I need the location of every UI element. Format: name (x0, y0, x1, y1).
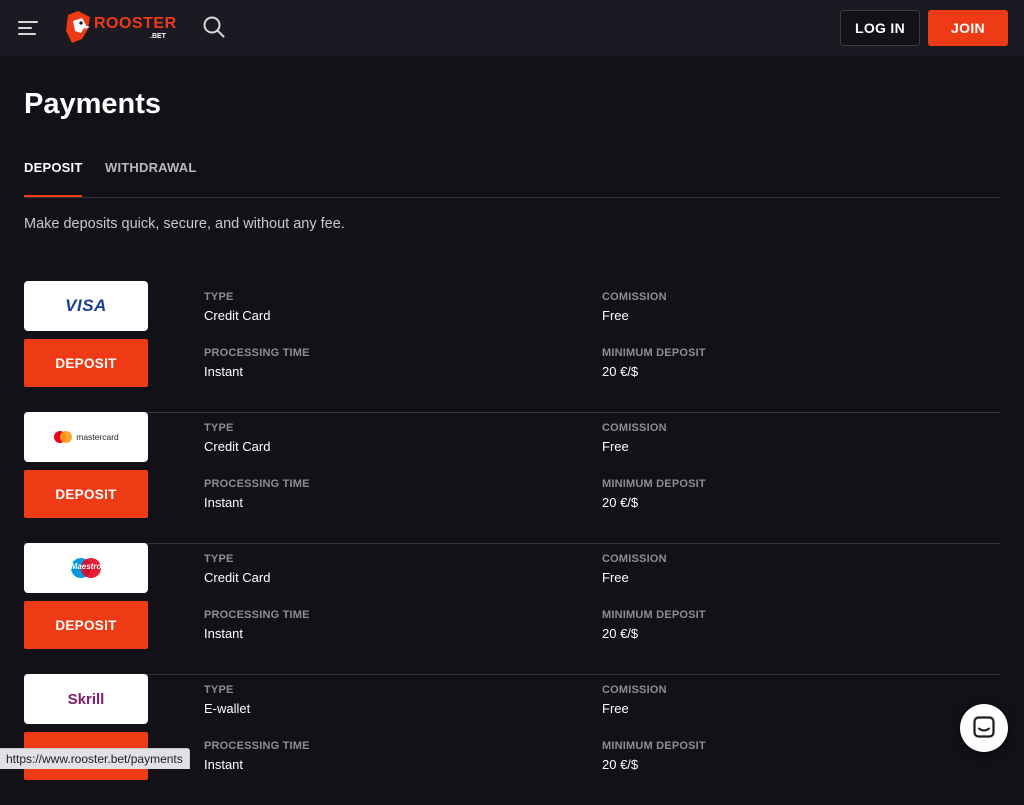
join-button[interactable]: JOIN (928, 10, 1008, 46)
processing-time-value: Instant (204, 757, 244, 772)
minimum-deposit-label: MINIMUM DEPOSIT (602, 609, 706, 621)
deposit-button[interactable]: DEPOSIT (24, 601, 148, 649)
visa-logo: VISA (24, 281, 148, 331)
type-value: Credit Card (204, 570, 271, 585)
comission-value: Free (602, 701, 629, 716)
processing-time-label: PROCESSING TIME (204, 609, 310, 621)
skrill-logo: Skrill (24, 674, 148, 724)
comission-label: COMISSION (602, 291, 667, 303)
top-bar: ROOSTER .BET LOG IN JOIN (0, 0, 1024, 56)
maestro-logo-text: Maestro (70, 562, 102, 571)
processing-time-label: PROCESSING TIME (204, 478, 310, 490)
minimum-deposit-value: 20 €/$ (602, 364, 639, 379)
type-label: TYPE (204, 684, 234, 696)
chat-icon (973, 716, 995, 738)
comission-value: Free (602, 308, 629, 323)
comission-label: COMISSION (602, 422, 667, 434)
visa-logo-text: VISA (65, 296, 107, 315)
tab-deposit[interactable]: DEPOSIT (24, 160, 83, 197)
payment-method-visa: VISA DEPOSIT TYPE Credit Card COMISSION … (24, 281, 1000, 413)
processing-time-value: Instant (204, 495, 244, 510)
minimum-deposit-value: 20 €/$ (602, 495, 639, 510)
menu-icon[interactable] (18, 18, 40, 38)
payment-method-skrill: Skrill DEPOSIT TYPE E-wallet COMISSION F… (24, 674, 1000, 805)
mastercard-logo: mastercard (24, 412, 148, 462)
mastercard-circles-icon (54, 431, 73, 443)
comission-value: Free (602, 570, 629, 585)
type-label: TYPE (204, 553, 234, 565)
logo-text: ROOSTER (94, 15, 177, 32)
comission-label: COMISSION (602, 684, 667, 696)
rooster-logo-icon (66, 11, 90, 43)
type-value: Credit Card (204, 439, 271, 454)
type-value: Credit Card (204, 308, 271, 323)
minimum-deposit-label: MINIMUM DEPOSIT (602, 740, 706, 752)
processing-time-label: PROCESSING TIME (204, 347, 310, 359)
minimum-deposit-label: MINIMUM DEPOSIT (602, 347, 706, 359)
logo-sub: .BET (150, 33, 166, 40)
deposit-button[interactable]: DEPOSIT (24, 470, 148, 518)
processing-time-label: PROCESSING TIME (204, 740, 310, 752)
type-label: TYPE (204, 422, 234, 434)
payment-tabs: DEPOSIT WITHDRAWAL (24, 160, 1000, 198)
payment-method-mastercard: mastercard DEPOSIT TYPE Credit Card COMI… (24, 412, 1000, 544)
type-label: TYPE (204, 291, 234, 303)
mastercard-logo-text: mastercard (76, 432, 119, 442)
processing-time-value: Instant (204, 626, 244, 641)
maestro-logo: Maestro (24, 543, 148, 593)
processing-time-value: Instant (204, 364, 244, 379)
login-button[interactable]: LOG IN (840, 10, 920, 46)
status-bar-url: https://www.rooster.bet/payments (0, 748, 190, 769)
chat-button[interactable] (960, 704, 1008, 752)
payment-method-maestro: Maestro DEPOSIT TYPE Credit Card COMISSI… (24, 543, 1000, 675)
page-title: Payments (24, 88, 162, 120)
search-icon[interactable] (202, 15, 226, 39)
minimum-deposit-value: 20 €/$ (602, 757, 639, 772)
intro-text: Make deposits quick, secure, and without… (24, 216, 345, 232)
comission-label: COMISSION (602, 553, 667, 565)
skrill-logo-text: Skrill (67, 690, 105, 708)
type-value: E-wallet (204, 701, 251, 716)
comission-value: Free (602, 439, 629, 454)
deposit-button[interactable]: DEPOSIT (24, 339, 148, 387)
minimum-deposit-value: 20 €/$ (602, 626, 639, 641)
tab-withdrawal[interactable]: WITHDRAWAL (105, 160, 197, 196)
minimum-deposit-label: MINIMUM DEPOSIT (602, 478, 706, 490)
site-logo[interactable]: ROOSTER .BET (64, 9, 176, 47)
